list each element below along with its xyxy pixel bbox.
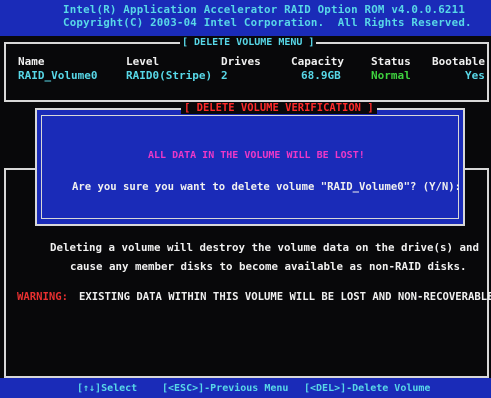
column-header-status: Status [371, 55, 411, 68]
volume-bootable: Yes [465, 69, 485, 82]
dialog-title: [ DELETE VOLUME VERIFICATION ] [181, 102, 377, 114]
footer-del-hint: [<DEL>]-Delete Volume [304, 383, 431, 394]
copyright-line: Copyright(C) 2003-04 Intel Corporation. … [63, 16, 472, 29]
volume-drives: 2 [221, 69, 228, 82]
delete-confirm-prompt[interactable]: Are you sure you want to delete volume "… [72, 181, 461, 193]
dialog-inner-border [41, 115, 459, 219]
volume-name: RAID_Volume0 [18, 69, 98, 82]
warning-label: WARNING: [17, 291, 69, 303]
rom-title: Intel(R) Application Accelerator RAID Op… [63, 3, 466, 16]
volume-status: Normal [371, 69, 411, 82]
volume-capacity: 68.9GB [301, 69, 341, 82]
column-header-level: Level [126, 55, 160, 68]
help-text-line2: cause any member disks to become availab… [70, 260, 467, 273]
column-header-name: Name [18, 55, 45, 68]
menu-title: [ DELETE VOLUME MENU ] [180, 37, 317, 49]
footer-select-hint: [↑↓]Select [77, 383, 138, 394]
bios-screen: Intel(R) Application Accelerator RAID Op… [0, 0, 491, 398]
column-header-capacity: Capacity [291, 55, 344, 68]
column-header-drives: Drives [221, 55, 261, 68]
footer-esc-hint: [<ESC>]-Previous Menu [162, 383, 289, 394]
help-text-line1: Deleting a volume will destroy the volum… [50, 241, 480, 254]
column-header-bootable: Bootable [432, 55, 485, 68]
data-loss-warning: ALL DATA IN THE VOLUME WILL BE LOST! [148, 150, 365, 161]
volume-level: RAID0(Stripe) [126, 69, 213, 82]
warning-text: EXISTING DATA WITHIN THIS VOLUME WILL BE… [79, 291, 491, 303]
